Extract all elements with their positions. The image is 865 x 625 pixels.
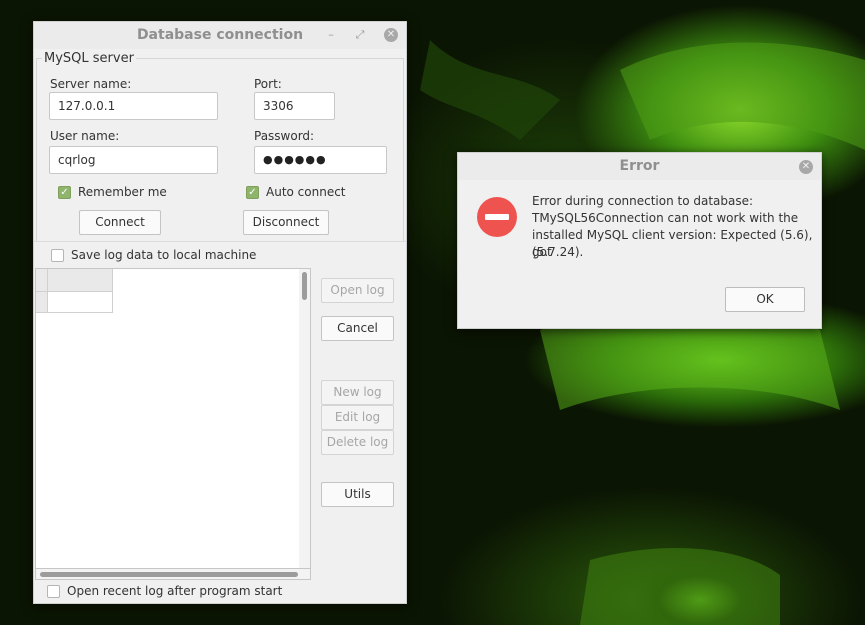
grid-corner-cell [36, 269, 48, 292]
error-message-line-1: Error during connection to database: [532, 194, 754, 208]
horizontal-scroll-thumb[interactable] [40, 572, 298, 577]
user-name-input[interactable]: cqrlog [49, 146, 218, 174]
new-log-button[interactable]: New log [321, 380, 394, 405]
server-name-label: Server name: [50, 77, 132, 91]
auto-connect-label[interactable]: Auto connect [266, 185, 346, 199]
grid-row-header [36, 292, 48, 313]
maximize-icon[interactable]: ⤢ [353, 28, 367, 42]
user-name-label: User name: [50, 129, 120, 143]
save-local-label[interactable]: Save log data to local machine [71, 248, 256, 262]
group-title: MySQL server [42, 51, 136, 66]
open-log-button[interactable]: Open log [321, 278, 394, 303]
close-icon[interactable]: ✕ [799, 160, 813, 174]
open-recent-checkbox[interactable] [47, 585, 60, 598]
password-label: Password: [254, 129, 315, 143]
disconnect-button[interactable]: Disconnect [243, 210, 329, 235]
log-list[interactable] [35, 268, 311, 580]
grid-cell[interactable] [48, 292, 113, 313]
titlebar[interactable]: Database connection – ⤢ ✕ [34, 22, 406, 49]
auto-connect-checkbox[interactable]: ✓ [246, 186, 259, 199]
error-message-line-4: (5.7.24). [532, 245, 584, 259]
ok-button[interactable]: OK [725, 287, 805, 312]
port-label: Port: [254, 77, 282, 91]
error-icon [477, 197, 517, 237]
vertical-scrollbar[interactable] [299, 269, 310, 579]
delete-log-button[interactable]: Delete log [321, 430, 394, 455]
connect-button[interactable]: Connect [79, 210, 161, 235]
edit-log-button[interactable]: Edit log [321, 405, 394, 430]
error-title: Error [619, 158, 660, 174]
server-name-input[interactable]: 127.0.0.1 [49, 92, 218, 120]
horizontal-scrollbar[interactable] [35, 568, 311, 580]
error-titlebar[interactable]: Error ✕ [458, 153, 821, 180]
utils-button[interactable]: Utils [321, 482, 394, 507]
close-icon[interactable]: ✕ [384, 28, 398, 42]
cancel-button[interactable]: Cancel [321, 316, 394, 341]
error-dialog: Error ✕ Error during connection to datab… [457, 152, 822, 329]
window-title: Database connection [136, 27, 304, 43]
port-input[interactable]: 3306 [254, 92, 335, 120]
error-message-line-2: TMySQL56Connection can not work with the [532, 211, 799, 225]
remember-me-checkbox[interactable]: ✓ [58, 186, 71, 199]
minimize-icon[interactable]: – [324, 28, 338, 42]
checkmark-icon: ✓ [248, 187, 257, 198]
save-local-checkbox[interactable] [51, 249, 64, 262]
open-recent-label[interactable]: Open recent log after program start [67, 584, 282, 598]
divider [34, 241, 406, 242]
checkmark-icon: ✓ [60, 187, 69, 198]
grid-header-cell [48, 269, 113, 292]
remember-me-label[interactable]: Remember me [78, 185, 167, 199]
vertical-scroll-thumb[interactable] [302, 272, 307, 300]
password-input[interactable]: ●●●●●● [254, 146, 387, 174]
database-connection-window: Database connection – ⤢ ✕ MySQL server S… [33, 21, 407, 604]
